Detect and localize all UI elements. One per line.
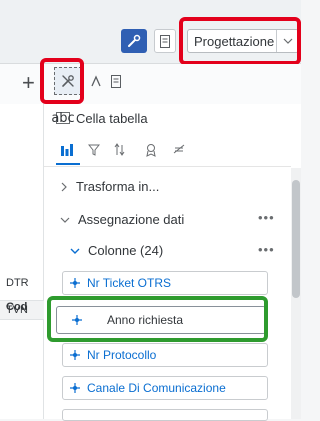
- wrench-screwdriver-icon: [128, 34, 141, 47]
- chevron-down-icon: [60, 217, 70, 223]
- tab-data[interactable]: [60, 143, 74, 157]
- section-columns-label: Colonne (24): [88, 243, 164, 258]
- chevron-right-icon: [61, 182, 67, 191]
- column-field-label: Canale Di Comunicazione: [87, 381, 226, 395]
- column-field-label: Nr Protocollo: [87, 348, 157, 362]
- panel-tabs: [60, 139, 190, 161]
- sort-icon: [114, 143, 125, 156]
- dimension-icon: [70, 383, 80, 393]
- column-field[interactable]: [62, 409, 268, 421]
- section-columns[interactable]: Colonne (24): [70, 243, 163, 258]
- column-field[interactable]: Nr Protocollo: [62, 343, 268, 367]
- table-cell-icon: abc: [51, 110, 75, 126]
- conditional-icon: [173, 144, 185, 154]
- scrollbar-thumb[interactable]: [292, 180, 300, 298]
- document-icon: [160, 34, 170, 48]
- tab-sort[interactable]: [114, 143, 130, 157]
- highlight-mode-select: [179, 17, 301, 65]
- highlight-properties-tool: [40, 58, 84, 104]
- paint-icon: [91, 75, 101, 87]
- panel-title: Cella tabella: [76, 110, 148, 126]
- active-tab-indicator: [56, 163, 80, 165]
- paint-tool-button[interactable]: [88, 71, 104, 91]
- tools-button[interactable]: [121, 29, 147, 53]
- ranking-icon: [146, 144, 156, 157]
- section-assign-label: Assegnazione dati: [78, 212, 185, 227]
- columns-more-icon[interactable]: •••: [258, 242, 275, 257]
- highlight-selected-field: [47, 296, 268, 342]
- panel-title-row: abc Cella tabella: [51, 108, 148, 128]
- section-assign[interactable]: Assegnazione dati: [60, 212, 184, 227]
- add-button[interactable]: +: [22, 70, 35, 96]
- left-table: Cod DTR TVN: [0, 104, 44, 419]
- tabs-divider: [44, 166, 291, 167]
- column-field[interactable]: Nr Ticket OTRS: [62, 271, 268, 295]
- tab-ranking[interactable]: [144, 143, 158, 157]
- column-field-label: Nr Ticket OTRS: [87, 276, 172, 290]
- tab-filter[interactable]: [88, 144, 100, 156]
- section-transform[interactable]: Trasforma in...: [60, 179, 159, 194]
- dimension-icon: [70, 350, 80, 360]
- assign-more-icon[interactable]: •••: [258, 210, 275, 225]
- dimension-icon: [70, 278, 80, 288]
- document-icon: [111, 74, 121, 88]
- document-button[interactable]: [154, 29, 176, 53]
- data-tab-icon: [61, 144, 73, 156]
- chevron-down-icon: [70, 248, 80, 254]
- table-cell: TVN: [6, 304, 28, 316]
- tab-conditional[interactable]: [172, 143, 190, 157]
- table-cell: DTR: [6, 277, 29, 289]
- panel-scrollbar[interactable]: [291, 168, 301, 419]
- notes-tool-button[interactable]: [108, 71, 124, 91]
- column-field[interactable]: Canale Di Comunicazione: [62, 376, 268, 400]
- section-transform-label: Trasforma in...: [76, 179, 160, 194]
- filter-icon: [88, 144, 100, 156]
